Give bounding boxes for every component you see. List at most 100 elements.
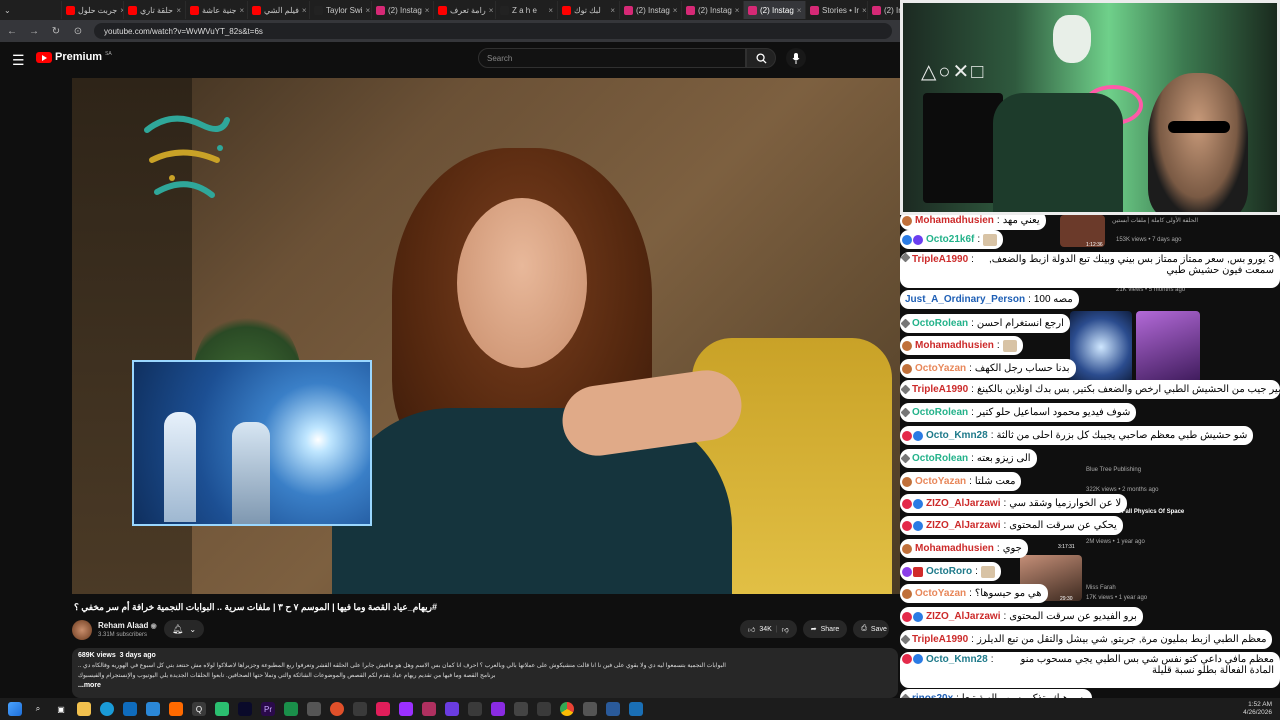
tab-close-icon[interactable]: × [862,6,867,15]
app-icon[interactable] [583,702,597,716]
app-icon[interactable] [284,702,298,716]
browser-tab[interactable]: (2) Instag× [620,1,682,19]
thumbs-down-icon[interactable]: 👎︎ [782,625,789,634]
app-icon[interactable] [307,702,321,716]
pin-badge-icon [900,318,911,329]
chat-badges [900,407,911,418]
browser-tab[interactable]: Stories • Ir × [806,1,868,19]
browser-tab[interactable]: Taylor Swi × [310,1,372,19]
browser-tab[interactable]: حلقة تاري × [124,1,186,19]
share-button[interactable]: ➦ Share [802,620,848,638]
browser-tab[interactable]: لبك توك × [558,1,620,19]
save-button[interactable]: ⎙ Save [853,620,889,638]
playstation-symbols-light: △○✕□ [921,61,986,83]
address-bar[interactable]: youtube.com/watch?v=WvWVuYT_82s&t=6s [94,23,892,39]
site-info-icon[interactable]: ⊙ [72,26,84,37]
chat-text: 3 يورو بس, سعر ممتاز ممتاز بس بيني وبينك… [989,254,1274,276]
chat-separator: : [971,384,974,395]
app-icon[interactable] [399,702,413,716]
tab-close-icon[interactable]: × [610,6,615,15]
hamburger-menu-icon[interactable]: ☰ [12,52,25,69]
app-icon[interactable] [330,702,344,716]
forward-icon[interactable]: → [28,26,40,37]
back-icon[interactable]: ← [6,26,18,37]
photos-icon[interactable] [146,702,160,716]
app-icon[interactable] [238,702,252,716]
tiktok-icon[interactable] [376,702,390,716]
voice-search-button[interactable] [786,48,806,68]
tab-close-icon[interactable]: × [735,6,740,15]
browser-tab[interactable]: جربت حلول× [62,1,124,19]
tab-close-icon[interactable]: × [425,6,430,15]
show-more-link[interactable]: ...more [78,682,892,689]
blue-badge-icon [913,611,923,622]
video-description[interactable]: 689K views 3 days ago البوابات النجمية ب… [72,648,898,698]
search-button[interactable] [746,48,776,68]
browser-tab[interactable]: (2) Instag× [372,1,434,19]
tab-favicon-icon [562,5,571,15]
app-icon[interactable] [537,702,551,716]
channel-avatar[interactable] [72,620,92,640]
tab-close-icon[interactable]: × [548,6,553,15]
app-icon[interactable] [445,702,459,716]
tab-list-dropdown[interactable]: ⌄ [0,1,62,19]
blue-badge-icon [913,430,923,441]
windows-start-icon[interactable] [8,702,22,716]
tab-close-icon[interactable]: × [240,6,245,15]
premiere-icon[interactable]: Pr [261,702,275,716]
chrome-icon[interactable] [560,702,574,716]
browser-tab[interactable]: (2) Instag× [682,1,744,19]
reload-icon[interactable]: ↻ [50,26,62,37]
chat-text: بدي صير جيب من الحشيش الطبي ارخص والضعف … [976,384,1280,395]
youtube-premium-logo[interactable]: Premium SA [36,51,112,63]
app-icon[interactable] [215,702,229,716]
browser-tab[interactable]: Z a h e × [496,1,558,19]
app-icon[interactable] [169,702,183,716]
tab-close-icon[interactable]: × [673,6,678,15]
app-icon[interactable] [514,702,528,716]
browser-tab[interactable]: (2) Instag× [744,1,806,19]
blue-badge-icon [913,520,923,531]
recommended-thumbnail[interactable] [1070,311,1132,383]
tab-close-icon[interactable]: × [489,6,494,15]
chat-text: جوي [1002,543,1022,554]
chat-emote-icon [1002,339,1017,352]
recommended-channel: Blue Tree Publishing [1086,467,1142,473]
search-input[interactable]: Search [478,48,746,68]
chat-separator: : [1003,498,1007,509]
browser-tab[interactable]: (2) Instag× [868,1,900,19]
system-clock[interactable]: 1:52 AM 4/26/2026 [1243,701,1272,717]
task-view-icon[interactable]: ▣ [54,702,68,716]
app-icon[interactable] [491,702,505,716]
tab-close-icon[interactable]: × [176,6,181,15]
edge-icon[interactable] [100,702,114,716]
browser-tab[interactable]: جنية عاشة × [186,1,248,19]
tab-favicon-icon [438,5,447,15]
app-icon[interactable] [468,702,482,716]
app-icon[interactable]: Q [192,702,206,716]
outlook-icon[interactable] [123,702,137,716]
chat-text: ارجع انستغرام احسن [976,318,1064,329]
notification-bell-button[interactable]: 🔔︎ ⌄ [164,620,204,638]
tab-close-icon[interactable]: × [365,6,370,15]
browser-tab[interactable]: رامة تعرف × [434,1,496,19]
app-icon[interactable] [629,702,643,716]
gaming-chair [993,93,1123,212]
chat-message: TripleA1990: معظم الطبي ازبط بمليون مرة, … [900,630,1273,649]
like-button[interactable]: 👍︎ 34K | 👎︎ [740,620,797,638]
channel-name[interactable]: Reham Alaad ◉ [98,621,157,630]
app-icon[interactable] [353,702,367,716]
search-icon[interactable]: ⌕ [31,702,45,716]
app-icon[interactable] [606,702,620,716]
file-explorer-icon[interactable] [77,702,91,716]
tab-close-icon[interactable]: × [302,6,307,15]
chat-text: شوف فيديو محمود اسماعيل حلو كتير [976,407,1131,418]
tab-label: فيلم الشي [264,5,299,15]
tab-close-icon[interactable]: × [797,6,802,15]
tw-badge-icon [913,234,923,245]
app-icon[interactable] [422,702,436,716]
share-icon: ➦ [810,626,817,633]
recommended-thumbnail[interactable] [1136,311,1200,383]
chat-username: ZIZO_AlJarzawi [926,520,1001,531]
browser-tab[interactable]: فيلم الشي × [248,1,310,19]
